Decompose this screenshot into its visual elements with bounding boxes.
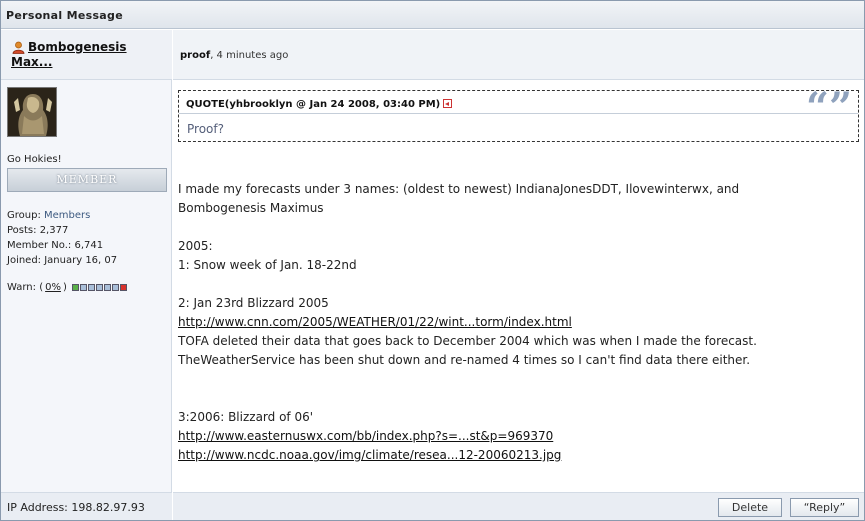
- warn-meter: [71, 284, 127, 291]
- post-link[interactable]: http://www.easternuswx.com/bb/index.php?…: [178, 429, 553, 443]
- stat-value: 2,377: [39, 225, 69, 236]
- post-meta: proof, 4 minutes ago: [180, 50, 288, 61]
- warn-level-box: [87, 284, 95, 291]
- warn-percent-link[interactable]: 0%: [45, 282, 61, 293]
- jump-to-post-icon[interactable]: [443, 99, 453, 108]
- stat-value: January 16, 07: [44, 255, 118, 266]
- stat-posts: Posts: 2,377: [7, 223, 117, 238]
- quote-text: Proof?: [187, 122, 224, 136]
- ip-bar: IP Address: 198.82.97.93: [1, 492, 172, 520]
- stat-label: Member No.:: [7, 240, 75, 251]
- reply-button[interactable]: “Reply”: [790, 498, 859, 517]
- action-bar: Delete “Reply”: [173, 492, 864, 520]
- warn-level-box: [95, 284, 103, 291]
- quote-source: QUOTE(yhbrooklyn @ Jan 24 2008, 03:40 PM…: [186, 99, 441, 110]
- post-body: I made my forecasts under 3 names: (olde…: [178, 180, 858, 465]
- quote-block: QUOTE(yhbrooklyn @ Jan 24 2008, 03:40 PM…: [178, 88, 859, 142]
- warn-level-box: [79, 284, 87, 291]
- quote-header: QUOTE(yhbrooklyn @ Jan 24 2008, 03:40 PM…: [179, 88, 858, 128]
- body-line: 3:2006: Blizzard of 06': [178, 410, 314, 424]
- body-line: Bombogenesis Maximus: [178, 201, 324, 215]
- body-line: TheWeatherService has been shut down and…: [178, 353, 751, 367]
- body-line: 1: Snow week of Jan. 18-22nd: [178, 258, 357, 272]
- avatar: [7, 87, 57, 137]
- warn-level: Warn: (0%): [7, 282, 127, 293]
- body-line: I made my forecasts under 3 names: (olde…: [178, 182, 740, 196]
- stat-joined: Joined: January 16, 07: [7, 253, 117, 268]
- group-link[interactable]: Members: [44, 210, 90, 221]
- post-link[interactable]: http://www.cnn.com/2005/WEATHER/01/22/wi…: [178, 315, 572, 329]
- panel-title: Personal Message: [6, 9, 123, 22]
- quote-label: QUOTE(yhbrooklyn @ Jan 24 2008, 03:40 PM…: [186, 98, 453, 110]
- stat-label: Posts:: [7, 225, 40, 236]
- warn-label-close: ): [62, 282, 67, 293]
- user-title: Go Hokies!: [7, 154, 62, 165]
- stat-label: Group:: [7, 210, 44, 221]
- author-stats: Group: Members Posts: 2,377 Member No.: …: [7, 208, 117, 268]
- delete-button[interactable]: Delete: [718, 498, 782, 517]
- body-line: TOFA deleted their data that goes back t…: [178, 334, 757, 348]
- stat-group: Group: Members: [7, 208, 117, 223]
- body-line: 2: Jan 23rd Blizzard 2005: [178, 296, 329, 310]
- post-link[interactable]: http://www.ncdc.noaa.gov/img/climate/res…: [178, 448, 561, 462]
- avatar-image: [8, 88, 56, 136]
- warn-level-box: [111, 284, 119, 291]
- warn-level-box: [103, 284, 111, 291]
- post-subject: proof: [180, 50, 211, 61]
- post-header: proof, 4 minutes ago: [173, 30, 864, 80]
- personal-message-panel: Personal Message Bombogenesis Max... Go …: [0, 0, 865, 521]
- warn-plus-icon[interactable]: [119, 284, 127, 291]
- warn-minus-icon[interactable]: [71, 284, 79, 291]
- warn-label: Warn: (: [7, 282, 44, 293]
- post-area: proof, 4 minutes ago QUOTE(yhbrooklyn @ …: [173, 30, 864, 520]
- rank-badge: MEMBER: [7, 168, 167, 192]
- author-name-link[interactable]: Bombogenesis Max...: [11, 40, 166, 70]
- body-line: 2005:: [178, 239, 213, 253]
- stat-member-no: Member No.: 6,741: [7, 238, 117, 253]
- stat-label: Joined:: [7, 255, 45, 266]
- author-sidebar: Bombogenesis Max... Go Hokies! MEMBER Gr…: [1, 30, 172, 520]
- panel-header: Personal Message: [1, 1, 864, 29]
- stat-value: 6,741: [74, 240, 104, 251]
- author-header: Bombogenesis Max...: [1, 30, 172, 80]
- quote-marks-icon: “”: [805, 84, 852, 131]
- post-time: , 4 minutes ago: [210, 50, 289, 61]
- ip-address: IP Address: 198.82.97.93: [7, 501, 145, 514]
